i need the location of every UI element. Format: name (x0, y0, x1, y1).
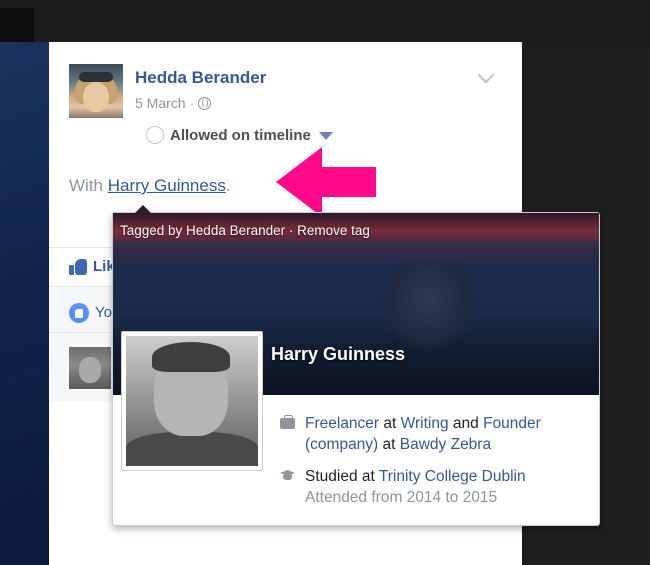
timeline-status-dropdown[interactable]: Allowed on timeline (146, 126, 333, 144)
hovercard-notch (135, 205, 151, 213)
with-tag-line: With Harry Guinness. (69, 176, 231, 196)
like-reaction-icon (69, 303, 89, 323)
work-role-link[interactable]: Freelancer (305, 415, 379, 432)
radio-icon[interactable] (146, 126, 164, 144)
commenter-avatar[interactable] (69, 347, 111, 389)
profile-name[interactable]: Harry Guinness (271, 344, 405, 365)
post-date[interactable]: 5 March (135, 95, 186, 111)
thumbs-up-icon (69, 258, 87, 275)
post-meta: 5 March · (135, 95, 212, 111)
graduation-cap-icon (280, 470, 295, 482)
founder-role-suffix[interactable]: (company) (305, 436, 378, 453)
tagged-person-link[interactable]: Harry Guinness (108, 176, 226, 195)
work-org-link[interactable]: Writing (401, 415, 449, 432)
chevron-down-icon[interactable] (477, 66, 495, 84)
meta-separator: · (189, 95, 195, 111)
arrow-shape (276, 147, 376, 217)
profile-hovercard: Tagged by Hedda Berander · Remove tag Ha… (112, 205, 600, 526)
tagged-by-text[interactable]: Tagged by Hedda Berander · Remove tag (120, 223, 370, 238)
author-name[interactable]: Hedda Berander (135, 68, 266, 88)
school-link[interactable]: Trinity College Dublin (379, 468, 526, 485)
attended-years: Attended from 2014 to 2015 (305, 489, 498, 506)
with-suffix: . (225, 176, 231, 195)
top-left-corner (0, 8, 34, 42)
globe-icon[interactable] (198, 96, 212, 110)
timeline-status-label: Allowed on timeline (170, 126, 311, 144)
with-prefix: With (69, 176, 108, 195)
profile-picture[interactable] (121, 331, 263, 471)
left-arrow-icon (276, 147, 376, 217)
like-button[interactable]: Lik (69, 258, 115, 275)
author-avatar[interactable] (69, 64, 123, 118)
left-background (0, 42, 49, 565)
founder-role-link[interactable]: Founder (483, 415, 541, 432)
briefcase-icon (280, 415, 295, 429)
caret-down-icon[interactable] (318, 132, 333, 140)
reaction-names[interactable]: Yo (95, 304, 112, 321)
top-background (0, 0, 650, 42)
company-link[interactable]: Bawdy Zebra (400, 436, 491, 453)
